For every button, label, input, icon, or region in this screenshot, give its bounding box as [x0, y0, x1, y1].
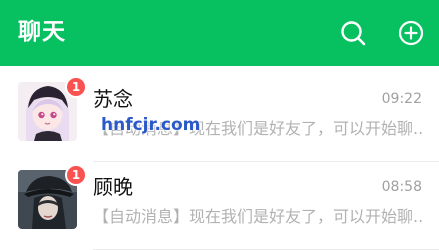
- plus-circle-icon[interactable]: [396, 18, 426, 48]
- timestamp: 08:58: [381, 179, 422, 195]
- message-preview: 【自动消息】现在我们是好友了，可以开始聊...: [93, 207, 423, 226]
- unread-badge: 1: [65, 76, 87, 98]
- chat-item[interactable]: 1 顾晚 08:58 【自动消息】现在我们是好友了，可以开始聊...: [0, 162, 439, 250]
- unread-badge: 1: [65, 164, 87, 186]
- watermark: hnfcjr.com: [101, 115, 201, 135]
- contact-name: 苏念: [93, 87, 133, 111]
- top-bar: 聊天: [0, 0, 439, 66]
- contact-name: 顾晚: [93, 175, 133, 199]
- search-icon[interactable]: [338, 18, 368, 48]
- chat-item[interactable]: 1 苏念 09:22 【自动消息】现在我们是好友了，可以开始聊...: [0, 74, 439, 162]
- page-title: 聊天: [18, 19, 66, 45]
- timestamp: 09:22: [381, 91, 422, 107]
